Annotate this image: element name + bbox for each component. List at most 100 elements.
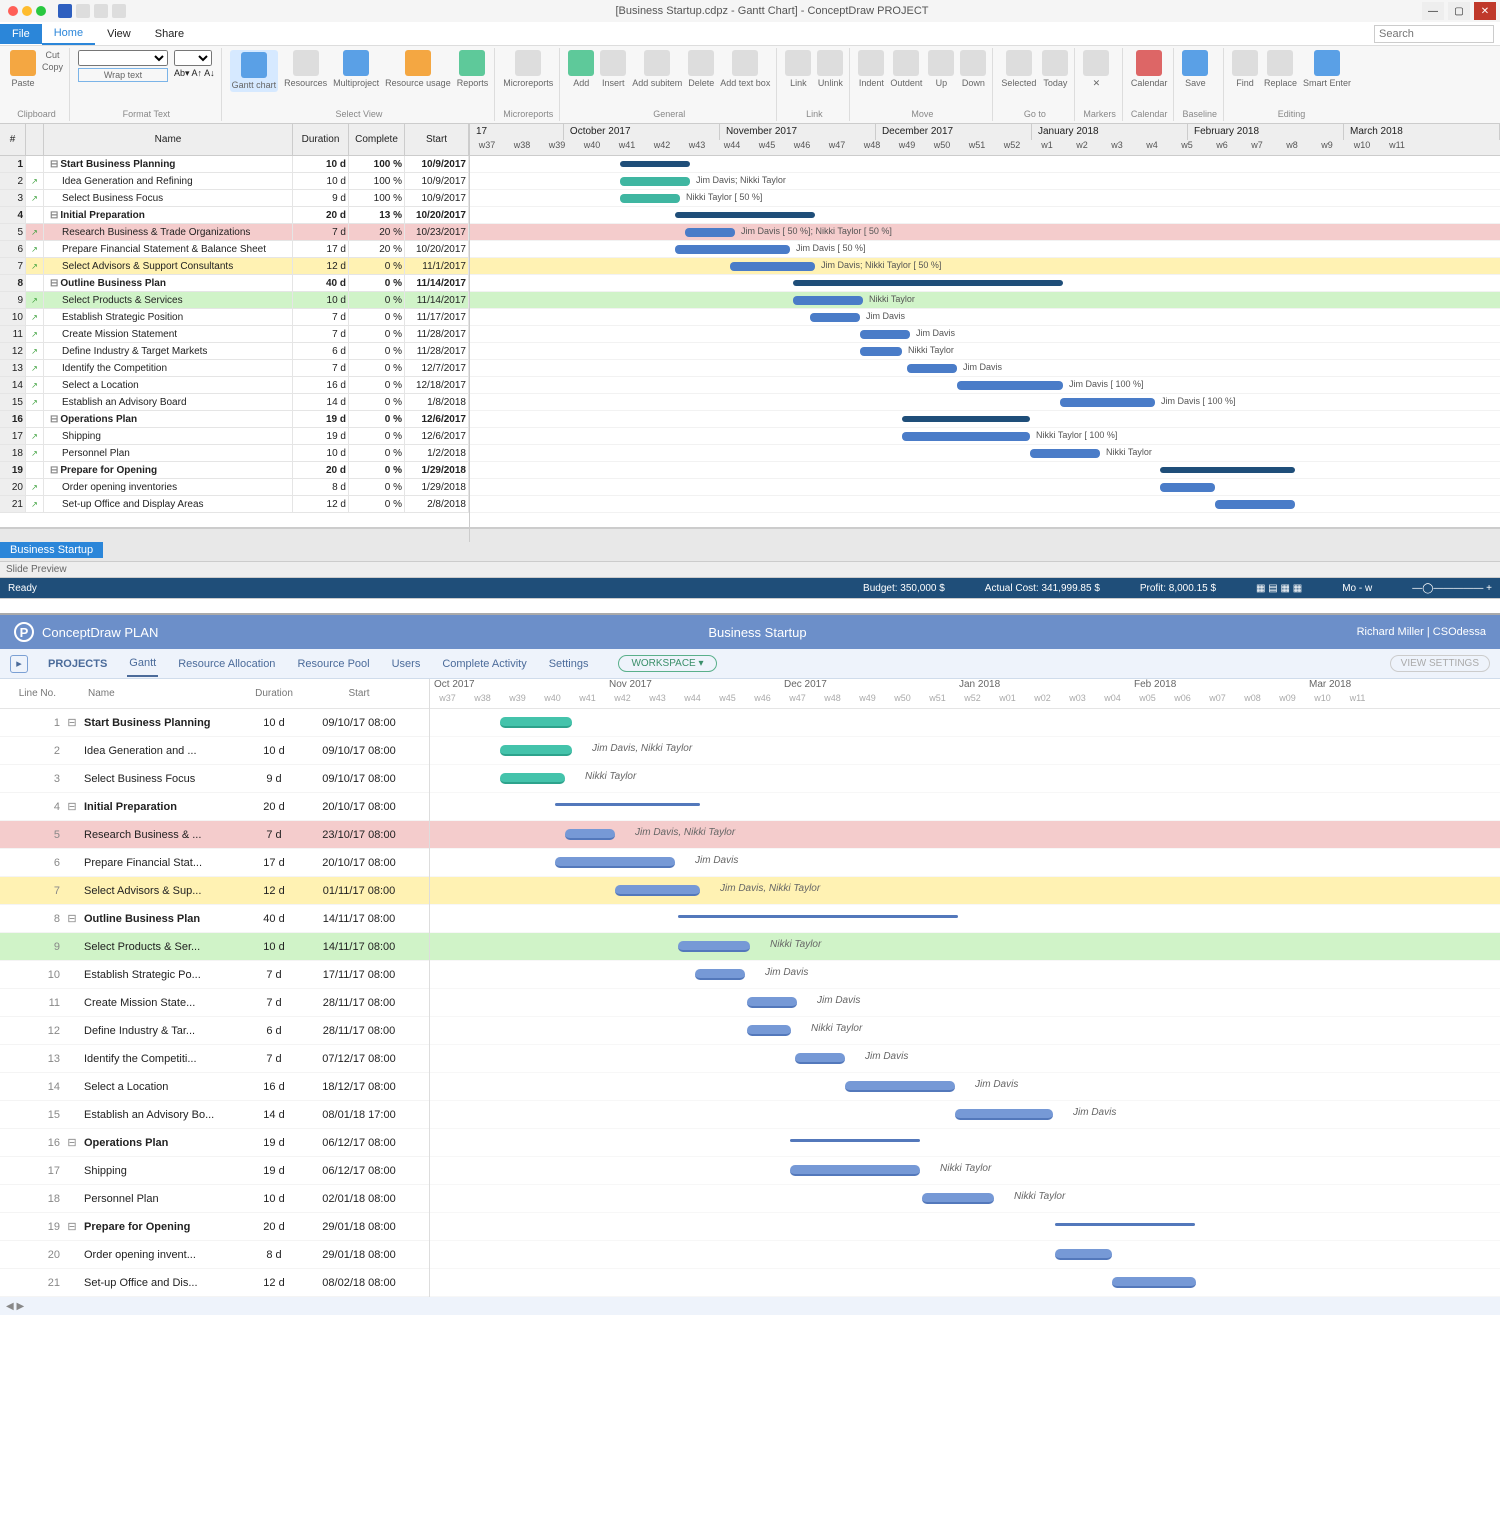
table-row[interactable]: 14↗Select a Location16 d0 %12/18/2017 bbox=[0, 377, 469, 394]
grid-scrollbar[interactable] bbox=[0, 528, 470, 542]
task-name[interactable]: ⊟Operations Plan bbox=[44, 411, 293, 427]
chart-row[interactable]: Jim Davis [ 100 %] bbox=[470, 377, 1500, 394]
nav-settings[interactable]: Settings bbox=[547, 652, 591, 676]
file-tab[interactable]: File bbox=[0, 24, 42, 44]
table-row[interactable]: 1⊟Start Business Planning10 d09/10/17 08… bbox=[0, 709, 429, 737]
task-duration[interactable]: 9 d bbox=[244, 773, 304, 785]
redo-icon[interactable] bbox=[94, 4, 108, 18]
task-duration[interactable]: 10 d bbox=[244, 717, 304, 729]
row-number[interactable]: 20 bbox=[0, 1249, 60, 1261]
task-complete[interactable]: 0 % bbox=[349, 343, 405, 359]
task-duration[interactable]: 10 d bbox=[293, 445, 349, 461]
unlink-button[interactable]: Unlink bbox=[817, 50, 843, 88]
task-start[interactable]: 11/17/2017 bbox=[405, 309, 469, 325]
mac-window-controls[interactable] bbox=[0, 6, 54, 16]
gantt-bar[interactable] bbox=[620, 161, 690, 167]
task-start[interactable]: 20/10/17 08:00 bbox=[304, 801, 414, 813]
chart-row[interactable]: Jim Davis bbox=[430, 1101, 1500, 1129]
task-start[interactable]: 14/11/17 08:00 bbox=[304, 913, 414, 925]
table-row[interactable]: 12↗Define Industry & Target Markets6 d0 … bbox=[0, 343, 469, 360]
table-row[interactable]: 15↗Establish an Advisory Board14 d0 %1/8… bbox=[0, 394, 469, 411]
task-name[interactable]: Prepare Financial Stat... bbox=[84, 857, 244, 869]
chart-row[interactable]: Jim Davis bbox=[430, 961, 1500, 989]
chart-row[interactable] bbox=[470, 479, 1500, 496]
task-start[interactable]: 10/23/2017 bbox=[405, 224, 469, 240]
table-row[interactable]: 21↗Set-up Office and Display Areas12 d0 … bbox=[0, 496, 469, 513]
task-name[interactable]: Establish Strategic Position bbox=[44, 309, 293, 325]
gantt-bar[interactable] bbox=[565, 829, 615, 840]
task-start[interactable]: 10/9/2017 bbox=[405, 190, 469, 206]
chart-row[interactable]: Nikki Taylor bbox=[430, 1157, 1500, 1185]
task-start[interactable]: 08/02/18 08:00 bbox=[304, 1277, 414, 1289]
chart-row[interactable] bbox=[430, 709, 1500, 737]
task-name[interactable]: Prepare Financial Statement & Balance Sh… bbox=[44, 241, 293, 257]
font-select[interactable] bbox=[78, 50, 168, 66]
table-row[interactable]: 16⊟Operations Plan19 d06/12/17 08:00 bbox=[0, 1129, 429, 1157]
gantt-bar[interactable] bbox=[747, 997, 797, 1008]
resources-view-button[interactable]: Resources bbox=[284, 50, 327, 88]
grid-body[interactable]: 1⊟Start Business Planning10 d100 %10/9/2… bbox=[0, 156, 469, 527]
task-duration[interactable]: 7 d bbox=[244, 1053, 304, 1065]
chart-row[interactable]: Jim Davis, Nikki Taylor bbox=[430, 821, 1500, 849]
gantt-bar[interactable] bbox=[620, 177, 690, 186]
task-name[interactable]: Set-up Office and Display Areas bbox=[44, 496, 293, 512]
table-row[interactable]: 11Create Mission State...7 d28/11/17 08:… bbox=[0, 989, 429, 1017]
share-tab[interactable]: Share bbox=[143, 24, 196, 44]
gantt-bar[interactable] bbox=[747, 1025, 791, 1036]
chart-row[interactable]: Jim Davis [ 50 %] bbox=[470, 241, 1500, 258]
task-name[interactable]: Research Business & ... bbox=[84, 829, 244, 841]
calendar-button[interactable]: Calendar bbox=[1131, 50, 1168, 88]
task-name[interactable]: Operations Plan bbox=[84, 1137, 244, 1149]
moveup-button[interactable]: Up bbox=[928, 50, 954, 88]
goto-today-button[interactable]: Today bbox=[1042, 50, 1068, 88]
table-row[interactable]: 19⊟Prepare for Opening20 d0 %1/29/2018 bbox=[0, 462, 469, 479]
gantt-bar[interactable] bbox=[907, 364, 957, 373]
gantt-view-button[interactable]: Gantt chart bbox=[230, 50, 279, 92]
task-start[interactable]: 18/12/17 08:00 bbox=[304, 1081, 414, 1093]
gantt-bar[interactable] bbox=[685, 228, 735, 237]
chart-row[interactable]: Jim Davis bbox=[430, 1045, 1500, 1073]
row-number[interactable]: 9 bbox=[0, 941, 60, 953]
task-start[interactable]: 09/10/17 08:00 bbox=[304, 717, 414, 729]
minimize-dot[interactable] bbox=[22, 6, 32, 16]
gantt-bar[interactable] bbox=[1055, 1223, 1195, 1226]
row-number[interactable]: 10 bbox=[0, 969, 60, 981]
chart-row[interactable] bbox=[470, 496, 1500, 513]
nav-gantt[interactable]: Gantt bbox=[127, 651, 158, 677]
expand-toggle[interactable]: ⊟ bbox=[60, 800, 84, 813]
gantt-bar[interactable] bbox=[730, 262, 815, 271]
table-row[interactable]: 21Set-up Office and Dis...12 d08/02/18 0… bbox=[0, 1269, 429, 1297]
row-number[interactable]: 19 bbox=[0, 1221, 60, 1233]
chart-row[interactable]: Nikki Taylor bbox=[430, 1017, 1500, 1045]
chart-row[interactable] bbox=[470, 207, 1500, 224]
outdent-button[interactable]: Outdent bbox=[890, 50, 922, 88]
task-complete[interactable]: 0 % bbox=[349, 411, 405, 427]
task-name[interactable]: Outline Business Plan bbox=[84, 913, 244, 925]
row-number[interactable]: 2 bbox=[0, 745, 60, 757]
task-duration[interactable]: 16 d bbox=[293, 377, 349, 393]
chart-row[interactable] bbox=[470, 462, 1500, 479]
task-start[interactable]: 11/14/2017 bbox=[405, 292, 469, 308]
gantt-bar[interactable] bbox=[678, 915, 958, 918]
view-settings-button[interactable]: VIEW SETTINGS bbox=[1390, 655, 1490, 672]
task-complete[interactable]: 0 % bbox=[349, 462, 405, 478]
row-number[interactable]: 4 bbox=[0, 207, 26, 223]
chart-scrollbar[interactable] bbox=[470, 528, 1500, 542]
task-name[interactable]: Identify the Competition bbox=[44, 360, 293, 376]
task-duration[interactable]: 19 d bbox=[293, 428, 349, 444]
workspace-button[interactable]: WORKSPACE ▾ bbox=[618, 655, 716, 672]
task-name[interactable]: Establish Strategic Po... bbox=[84, 969, 244, 981]
table-row[interactable]: 15Establish an Advisory Bo...14 d08/01/1… bbox=[0, 1101, 429, 1129]
gantt-bar[interactable] bbox=[845, 1081, 955, 1092]
chart-row[interactable] bbox=[430, 1213, 1500, 1241]
task-name[interactable]: Start Business Planning bbox=[84, 717, 244, 729]
task-name[interactable]: Select Business Focus bbox=[44, 190, 293, 206]
task-name[interactable]: Establish an Advisory Bo... bbox=[84, 1109, 244, 1121]
task-name[interactable]: Shipping bbox=[84, 1165, 244, 1177]
maximize-button[interactable]: ▢ bbox=[1448, 2, 1470, 20]
expand-toggle[interactable]: ⊟ bbox=[50, 465, 58, 476]
task-duration[interactable]: 14 d bbox=[293, 394, 349, 410]
zoom-dot[interactable] bbox=[36, 6, 46, 16]
task-duration[interactable]: 20 d bbox=[293, 207, 349, 223]
task-name[interactable]: Select a Location bbox=[84, 1081, 244, 1093]
